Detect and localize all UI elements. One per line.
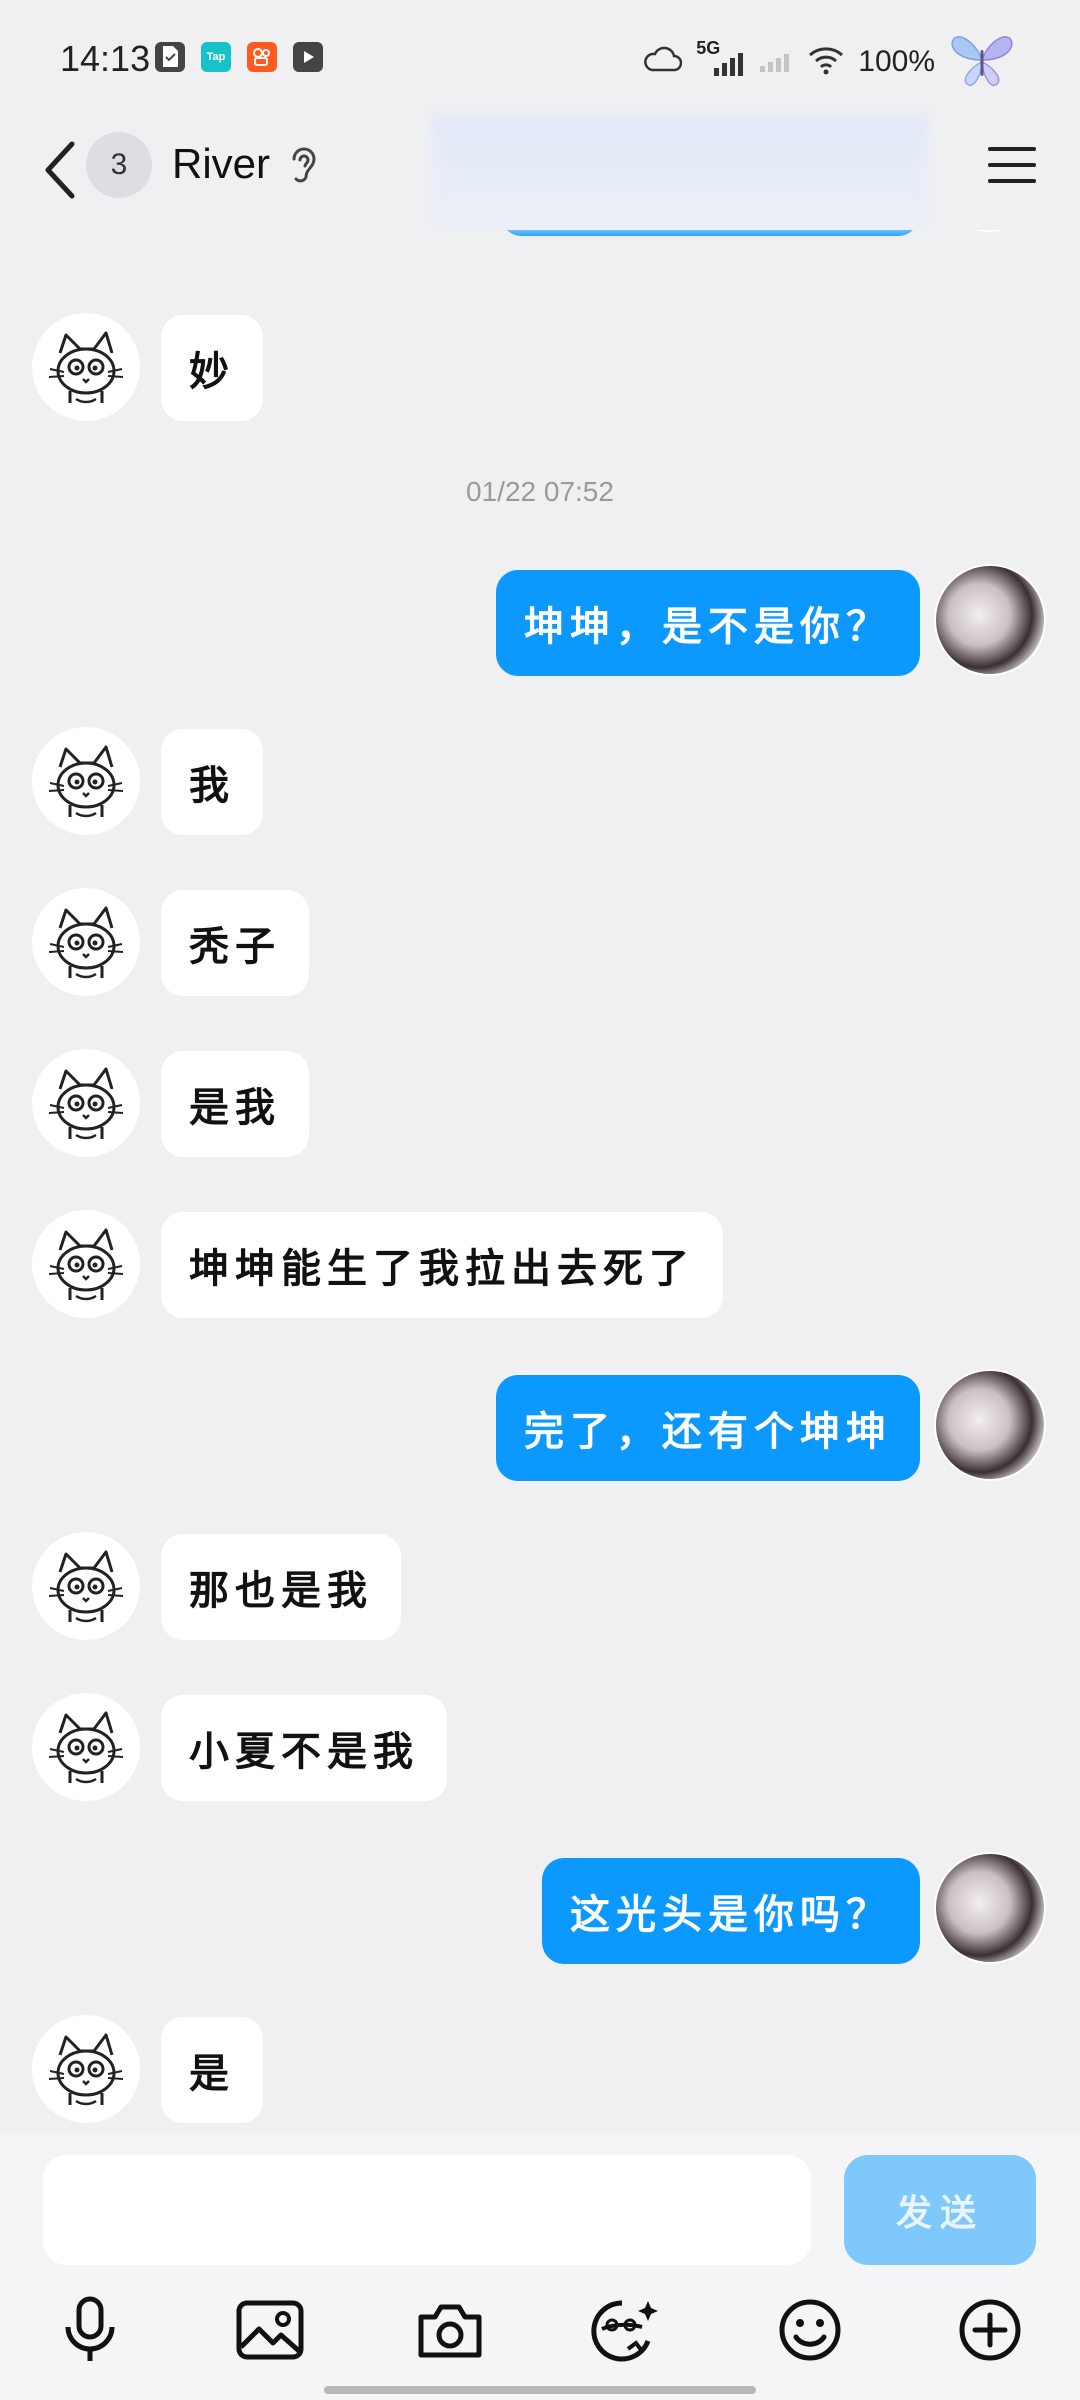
plus-icon[interactable] (950, 2290, 1030, 2370)
system-indicators: 5G 100% (642, 30, 1015, 94)
contact-avatar[interactable] (32, 1049, 140, 1157)
message-row: 坤坤能生了我拉出去死了 (0, 1210, 1080, 1320)
image-icon[interactable] (230, 2290, 310, 2370)
contact-avatar[interactable] (32, 2015, 140, 2123)
outgoing-bubble[interactable]: 这光头是你吗？ (542, 1858, 920, 1964)
contact-avatar[interactable] (32, 1532, 140, 1640)
my-avatar[interactable] (936, 1371, 1044, 1479)
contact-avatar[interactable] (32, 1693, 140, 1801)
wifi-icon (808, 44, 844, 80)
unread-count-badge[interactable]: 3 (86, 132, 152, 198)
contact-name[interactable]: River (172, 140, 270, 188)
back-arrow-icon (45, 141, 75, 199)
outgoing-bubble-partial[interactable] (500, 230, 920, 236)
contact-avatar[interactable] (32, 727, 140, 835)
sim-card-icon (155, 42, 185, 72)
emoji-icon[interactable] (770, 2290, 850, 2370)
message-row: 这光头是你吗？ (0, 1854, 1080, 1966)
notification-icons: Tap (155, 42, 323, 72)
microphone-icon[interactable] (50, 2290, 130, 2370)
hamburger-icon (988, 147, 1036, 183)
sticker-icon[interactable] (585, 2290, 665, 2370)
contact-avatar[interactable] (32, 888, 140, 996)
taptap-icon: Tap (201, 42, 231, 72)
message-row: 是我 (0, 1049, 1080, 1159)
battery-level: 100% (858, 45, 935, 78)
message-row: 秃子 (0, 888, 1080, 998)
cat-face-icon (48, 331, 124, 404)
cat-face-icon (48, 1711, 124, 1784)
cat-face-icon (48, 745, 124, 818)
message-input[interactable] (43, 2155, 811, 2265)
composer: 发送 (0, 2135, 1080, 2400)
status-bar: 14:13 Tap 5G 100% (0, 0, 1080, 115)
cat-face-icon (48, 2033, 124, 2106)
incoming-bubble[interactable]: 那也是我 (161, 1534, 401, 1640)
earpiece-mode-icon[interactable] (288, 143, 318, 187)
message-row: 坤坤，是不是你？ (0, 566, 1080, 678)
message-timestamp: 01/22 07:52 (466, 476, 614, 507)
my-avatar[interactable] (936, 1854, 1044, 1962)
video-player-icon (293, 42, 323, 72)
cloud-sync-icon (642, 46, 683, 78)
message-row: 我 (0, 727, 1080, 837)
home-indicator[interactable] (324, 2386, 756, 2394)
header-overlay (430, 115, 930, 230)
message-row: 完了，还有个坤坤 (0, 1371, 1080, 1483)
message-row: 是 (0, 2015, 1080, 2125)
my-avatar[interactable] (936, 566, 1044, 674)
contact-avatar[interactable] (32, 313, 140, 421)
message-row: 那也是我 (0, 1532, 1080, 1642)
cat-face-icon (48, 906, 124, 979)
outgoing-bubble[interactable]: 坤坤，是不是你？ (496, 570, 920, 676)
chat-header: 3 River (0, 115, 1080, 230)
message-row: 小夏不是我 (0, 1693, 1080, 1803)
cat-face-icon (48, 1067, 124, 1140)
camera-icon[interactable] (410, 2290, 490, 2370)
cat-face-icon (48, 1228, 124, 1301)
incoming-bubble[interactable]: 是 (161, 2017, 263, 2123)
kuaishou-icon (247, 42, 277, 72)
message-row-partial (0, 230, 1080, 260)
send-button[interactable]: 发送 (844, 2155, 1036, 2265)
message-list[interactable]: 妙 01/22 07:52 坤坤，是不是你？ 我 秃子 是我 坤坤能生了我拉出去… (0, 230, 1080, 2135)
cat-face-icon (48, 1550, 124, 1623)
incoming-bubble[interactable]: 是我 (161, 1051, 309, 1157)
signal-5g-icon: 5G (696, 38, 744, 80)
incoming-bubble[interactable]: 坤坤能生了我拉出去死了 (161, 1212, 723, 1318)
incoming-bubble[interactable]: 我 (161, 729, 263, 835)
signal-empty-icon (758, 46, 794, 78)
message-row: 妙 (0, 313, 1080, 423)
butterfly-icon (949, 30, 1015, 94)
incoming-bubble[interactable]: 妙 (161, 315, 263, 421)
menu-button[interactable] (984, 137, 1040, 193)
outgoing-bubble[interactable]: 完了，还有个坤坤 (496, 1375, 920, 1481)
incoming-bubble[interactable]: 小夏不是我 (161, 1695, 447, 1801)
composer-toolbar (0, 2290, 1080, 2370)
contact-avatar[interactable] (32, 1210, 140, 1318)
status-time: 14:13 (60, 38, 151, 79)
incoming-bubble[interactable]: 秃子 (161, 890, 309, 996)
back-button[interactable] (30, 135, 90, 205)
